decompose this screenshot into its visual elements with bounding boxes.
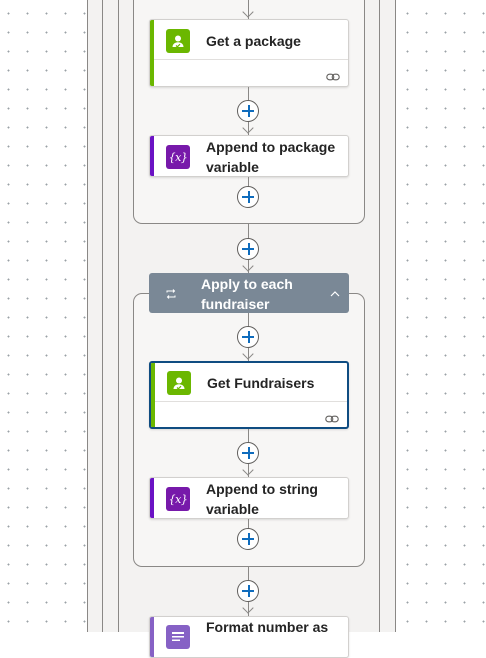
foreach-title: Apply to each fundraiser: [201, 276, 293, 312]
loop-icon: [165, 287, 177, 299]
data-operation-icon: [166, 625, 190, 649]
add-step-button[interactable]: [237, 186, 259, 208]
outer-scope-border-right-1: [379, 0, 380, 632]
card-divider: [155, 401, 347, 402]
card-accent: [150, 20, 154, 86]
card-accent: [150, 136, 154, 176]
action-title: Get Fundraisers: [207, 375, 315, 391]
action-card-get-package[interactable]: Get a package: [149, 19, 349, 87]
card-accent: [150, 617, 154, 657]
link-icon[interactable]: [325, 411, 339, 423]
foreach-header[interactable]: Apply to each fundraiser: [149, 273, 349, 313]
outer-scope-border-left-3: [118, 0, 119, 632]
card-divider: [154, 59, 348, 60]
add-step-button[interactable]: [237, 528, 259, 550]
pbi-user-check-icon: [167, 371, 191, 395]
action-card-append-string[interactable]: {x} Append to string variable: [149, 477, 349, 519]
action-title: Append to string variable: [206, 481, 318, 517]
action-title: Append to package variable: [206, 139, 336, 175]
add-step-button[interactable]: [237, 100, 259, 122]
outer-scope-border-left-1: [87, 0, 88, 632]
variable-glyph: {x}: [168, 150, 188, 164]
chevron-up-icon[interactable]: [329, 287, 341, 299]
variable-glyph: {x}: [168, 492, 188, 506]
link-icon[interactable]: [326, 69, 340, 81]
add-step-button[interactable]: [237, 326, 259, 348]
outer-scope-border-right-2: [395, 0, 396, 632]
add-step-button[interactable]: [237, 238, 259, 260]
action-card-get-fundraisers[interactable]: Get Fundraisers: [149, 361, 349, 429]
card-accent: [150, 478, 154, 518]
variable-icon: {x}: [166, 487, 190, 511]
outer-scope-border-left-2: [102, 0, 103, 632]
variable-icon: {x}: [166, 145, 190, 169]
action-title: Format number as: [206, 619, 329, 635]
action-title: Get a package: [206, 33, 301, 49]
add-step-button[interactable]: [237, 580, 259, 602]
card-accent: [151, 363, 155, 427]
add-step-button[interactable]: [237, 442, 259, 464]
action-card-format-number[interactable]: Format number as: [149, 616, 349, 658]
pbi-user-check-icon: [166, 29, 190, 53]
action-card-append-package[interactable]: {x} Append to package variable: [149, 135, 349, 177]
